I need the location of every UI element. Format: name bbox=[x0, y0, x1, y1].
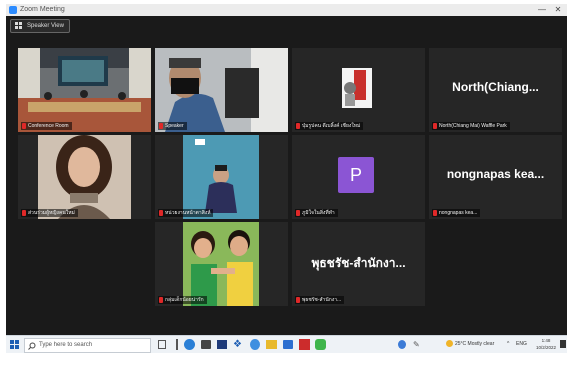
grid-icon bbox=[15, 22, 22, 29]
participant-name: nongnapas kea... bbox=[432, 209, 481, 217]
network-icon[interactable] bbox=[398, 340, 406, 349]
view-bar: Speaker View bbox=[6, 16, 567, 36]
pdf-app-icon[interactable] bbox=[299, 339, 310, 350]
woman-photo bbox=[38, 135, 131, 219]
participant-name: Speaker bbox=[158, 122, 187, 130]
pen-icon[interactable]: ✎ bbox=[413, 339, 420, 350]
participant-name: ภูมิใจในสิ่งที่ทำ bbox=[295, 209, 338, 217]
participant-name: หน่วยงานหน้าตาสิงห์ bbox=[158, 209, 214, 217]
video-tile[interactable]: Conference Room bbox=[18, 48, 151, 132]
clock-time: 1:48 bbox=[541, 338, 551, 343]
windows-start-icon[interactable] bbox=[10, 340, 19, 349]
participant-display-name: พุธชรัช-สำนักงา... bbox=[311, 256, 406, 270]
muted-mic-icon bbox=[296, 210, 300, 216]
minimize-button[interactable]: — bbox=[535, 4, 549, 16]
participant-name: Conference Room bbox=[21, 122, 72, 130]
conference-room-video bbox=[18, 48, 151, 132]
video-tile[interactable]: พุธชรัช-สำนักงา... พุธชรัช-สำนักงา... bbox=[292, 222, 425, 306]
muted-mic-icon bbox=[159, 210, 163, 216]
task-view-icon[interactable] bbox=[158, 340, 166, 349]
participant-name: North(Chiang Mai) Waffle Park bbox=[432, 122, 510, 130]
muted-mic-icon bbox=[22, 210, 26, 216]
muted-mic-icon bbox=[296, 123, 300, 129]
window-title: Zoom Meeting bbox=[20, 6, 65, 13]
participant-avatar: P bbox=[338, 157, 374, 193]
muted-mic-icon bbox=[159, 123, 163, 129]
profile-picture bbox=[342, 68, 372, 108]
speaker-video bbox=[155, 48, 288, 132]
clock[interactable]: 1:48 10/2/2022 bbox=[534, 337, 558, 351]
video-tile-active-speaker[interactable]: Speaker bbox=[155, 48, 288, 132]
title-bar: Zoom Meeting — ✕ bbox=[6, 4, 567, 16]
tray-chevron-icon[interactable]: ^ bbox=[507, 336, 509, 353]
taskbar-divider bbox=[176, 339, 178, 350]
video-tile[interactable]: ปุ่มรูปคน ดีเบลิ้งค์ เชียงใหม่ bbox=[292, 48, 425, 132]
weather-text[interactable]: 25°C Mostly clear bbox=[455, 336, 494, 353]
muted-mic-icon bbox=[22, 123, 26, 129]
video-tile[interactable]: หน่วยงานหน้าตาสิงห์ bbox=[155, 135, 288, 219]
video-tile[interactable]: North(Chiang... North(Chiang Mai) Waffle… bbox=[429, 48, 562, 132]
speaker-view-label: Speaker View bbox=[27, 23, 64, 29]
participant-name: ส่วนร่วมผู้หญิงคนใหม่ bbox=[21, 209, 78, 217]
video-tile[interactable]: ส่วนร่วมผู้หญิงคนใหม่ bbox=[18, 135, 151, 219]
clock-date: 10/2/2022 bbox=[535, 345, 557, 350]
store-icon[interactable] bbox=[201, 340, 211, 349]
notification-icon[interactable] bbox=[560, 340, 566, 348]
weather-icon bbox=[446, 340, 453, 347]
close-button[interactable]: ✕ bbox=[551, 4, 565, 16]
participant-name: พุธชรัช-สำนักงา... bbox=[295, 296, 345, 304]
speaker-view-button[interactable]: Speaker View bbox=[10, 19, 70, 33]
zoom-app-icon bbox=[9, 6, 17, 14]
edge-browser-icon[interactable] bbox=[184, 339, 195, 350]
search-icon bbox=[28, 342, 36, 350]
video-tile[interactable]: กลุ่มเด็กน้อยน่ารัก bbox=[155, 222, 288, 306]
chrome-icon[interactable] bbox=[250, 339, 260, 350]
video-tile[interactable]: P ภูมิใจในสิ่งที่ทำ bbox=[292, 135, 425, 219]
language-indicator[interactable]: ENG bbox=[516, 336, 527, 353]
zoom-taskbar-icon[interactable] bbox=[283, 340, 293, 349]
presenter-photo bbox=[183, 135, 259, 219]
file-explorer-icon[interactable] bbox=[266, 340, 277, 349]
taskbar-search-input[interactable]: Type here to search bbox=[24, 338, 151, 353]
line-app-icon[interactable] bbox=[315, 339, 326, 350]
search-placeholder: Type here to search bbox=[39, 342, 93, 348]
participant-name: กลุ่มเด็กน้อยน่ารัก bbox=[158, 296, 207, 304]
children-photo bbox=[183, 222, 259, 306]
muted-mic-icon bbox=[433, 123, 437, 129]
zoom-window: Zoom Meeting — ✕ Speaker View Conference… bbox=[6, 4, 567, 352]
muted-mic-icon bbox=[159, 297, 163, 303]
participant-name: ปุ่มรูปคน ดีเบลิ้งค์ เชียงใหม่ bbox=[295, 122, 364, 130]
muted-mic-icon bbox=[433, 210, 437, 216]
taskbar: Type here to search ❖ ✎ 25°C Mostly clea… bbox=[6, 335, 567, 353]
participant-display-name: nongnapas kea... bbox=[446, 167, 545, 181]
muted-mic-icon bbox=[296, 297, 300, 303]
participant-display-name: North(Chiang... bbox=[452, 80, 539, 94]
word-icon[interactable] bbox=[217, 340, 227, 349]
dropbox-icon[interactable]: ❖ bbox=[233, 339, 243, 350]
video-tile[interactable]: nongnapas kea... nongnapas kea... bbox=[429, 135, 562, 219]
